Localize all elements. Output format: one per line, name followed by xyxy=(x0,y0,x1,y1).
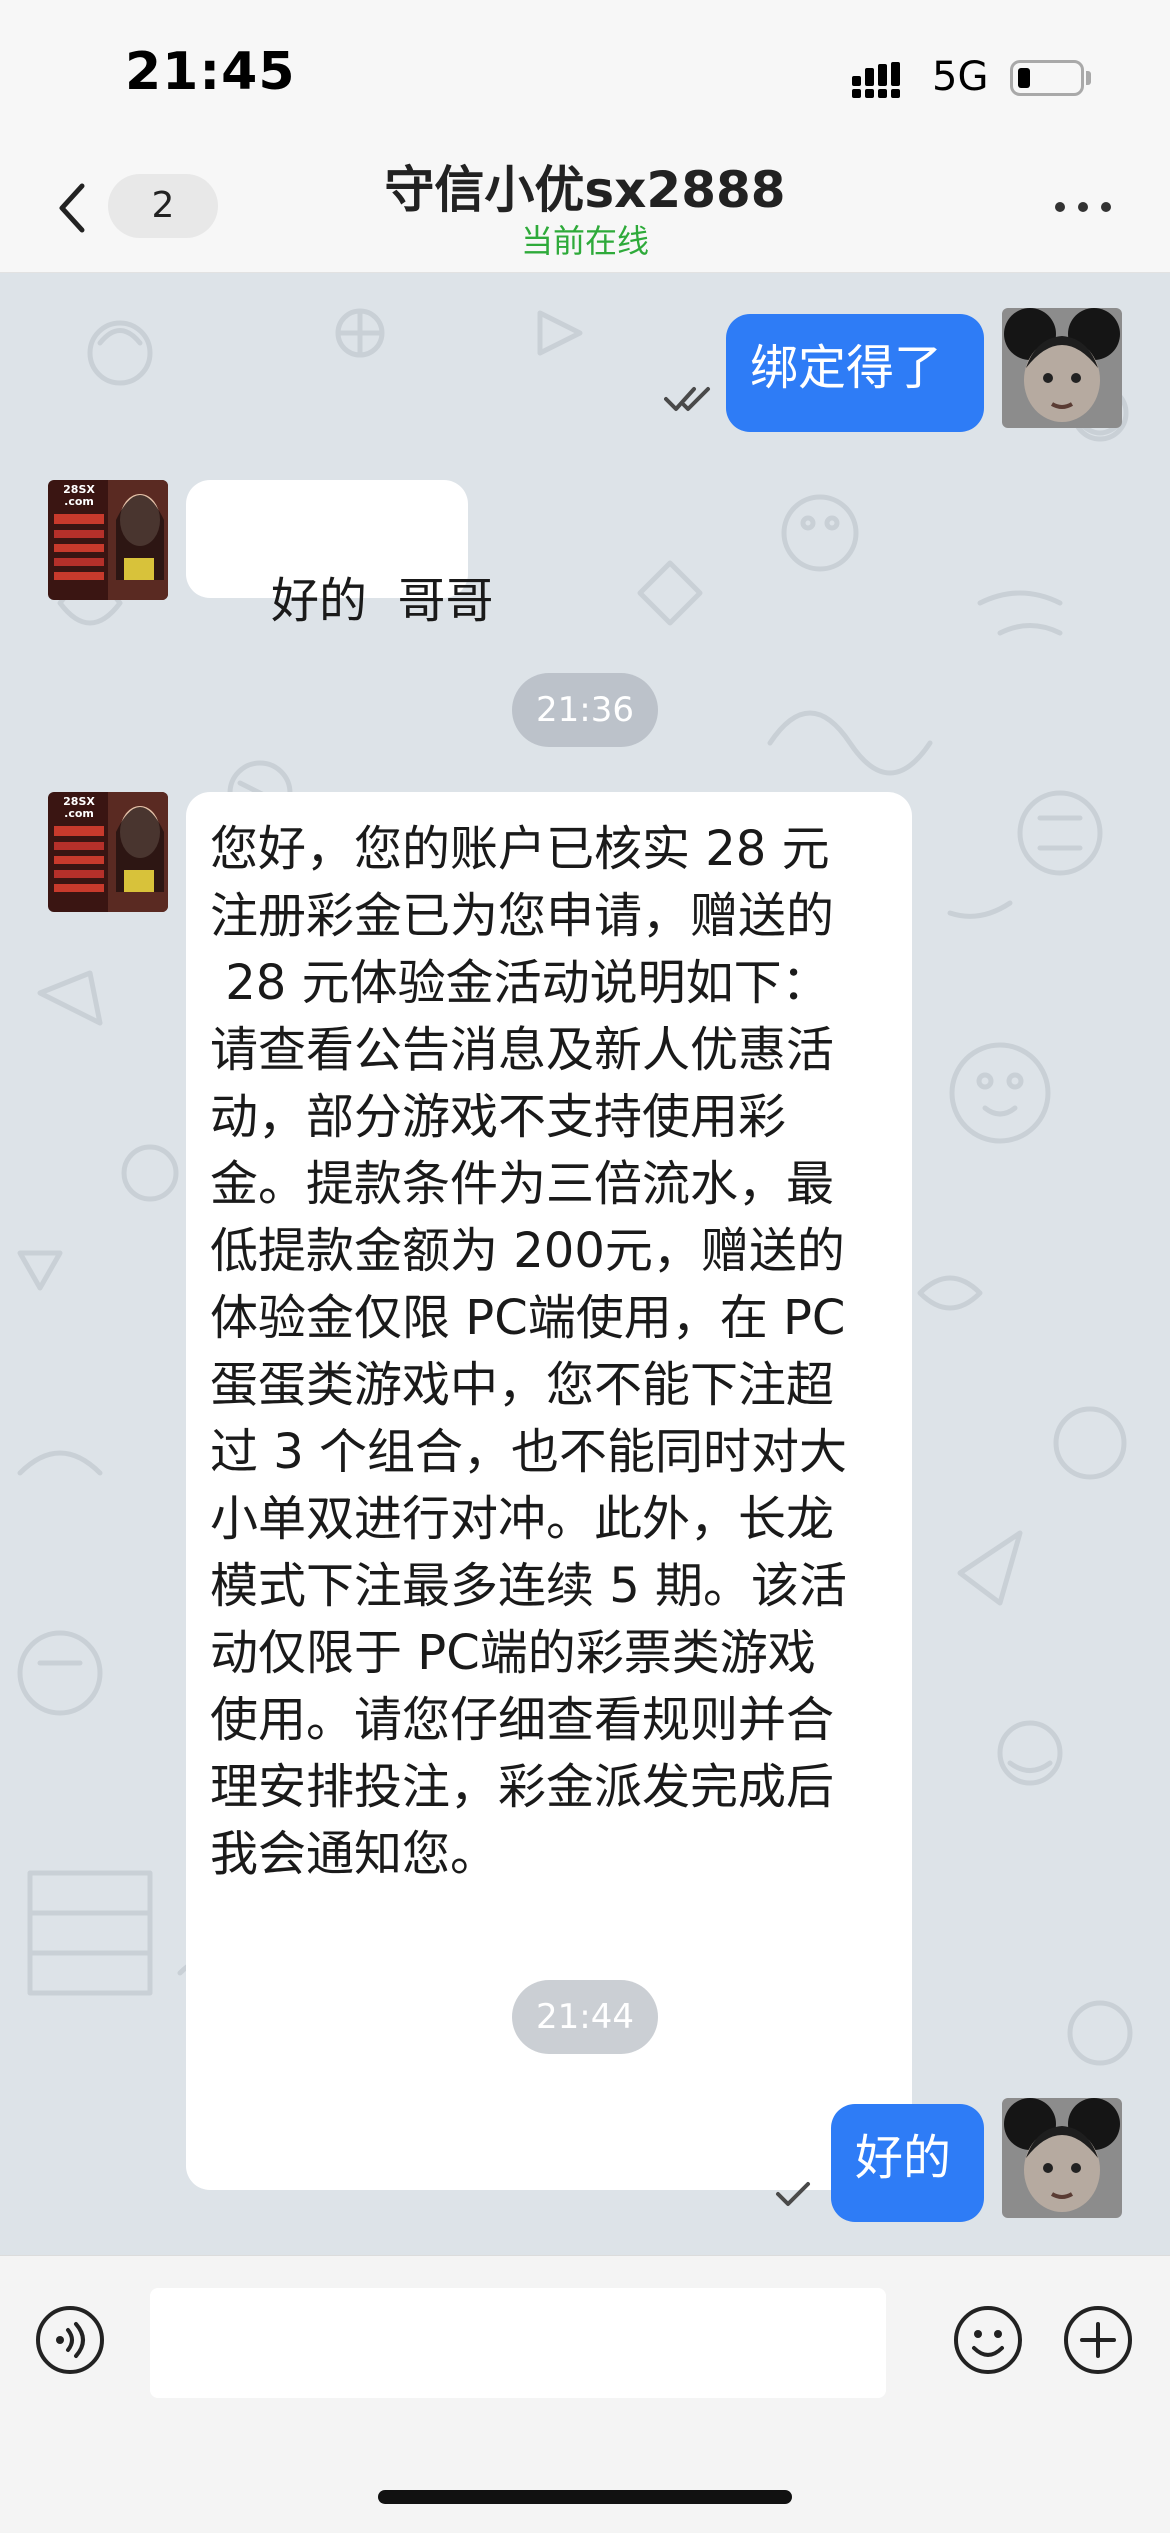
home-indicator[interactable] xyxy=(378,2490,792,2504)
message-line: 模式下注最多连续 5 期。该活 xyxy=(210,1558,848,1614)
message-line: 28 元体验金活动说明如下： xyxy=(210,955,830,1011)
avatar-image xyxy=(1002,308,1122,428)
emoji-icon[interactable] xyxy=(952,2304,1024,2376)
more-dots-icon[interactable] xyxy=(1053,200,1113,214)
message-line: 小单双进行对冲。此外，长龙 xyxy=(210,1491,835,1547)
single-check-icon xyxy=(776,2182,810,2206)
message-line: 理安排投注，彩金派发完成后 xyxy=(210,1759,835,1815)
battery-icon xyxy=(1010,60,1084,96)
message-line: 金。提款条件为三倍流水，最 xyxy=(210,1156,835,1212)
my-avatar[interactable] xyxy=(1002,308,1122,428)
message-line: 我会通知您。 xyxy=(210,1826,499,1882)
message-bubble-incoming[interactable]: 好的 哥哥 xyxy=(186,480,494,629)
avatar-logo: 28SX .com xyxy=(63,483,95,508)
message-line: 蛋蛋类游戏中，您不能下注超 xyxy=(210,1357,835,1413)
message-line: 动，部分游戏不支持使用彩 xyxy=(210,1089,787,1145)
my-avatar[interactable] xyxy=(1002,2098,1122,2218)
voice-icon[interactable] xyxy=(34,2304,106,2376)
message-text: 好的 哥哥 xyxy=(271,573,494,629)
message-bubble-outgoing[interactable]: 好的 xyxy=(831,2104,984,2222)
contact-avatar[interactable]: 28SX .com xyxy=(48,792,168,912)
plus-icon[interactable] xyxy=(1062,2304,1134,2376)
timestamp-pill: 21:36 xyxy=(512,673,658,747)
message-line: 过 3 个组合，也不能同时对大 xyxy=(210,1424,848,1480)
signal-icon xyxy=(852,62,900,98)
message-line: 体验金仅限 PC端使用，在 PC xyxy=(210,1290,846,1346)
timestamp-pill: 21:44 xyxy=(512,1980,658,2054)
message-line: 您好，您的账户已核实 28 元 xyxy=(210,821,830,877)
avatar-logo: 28SX .com xyxy=(63,795,95,820)
message-bubble-outgoing[interactable]: 绑定得了 xyxy=(726,314,984,432)
message-line: 动仅限于 PC端的彩票类游戏 xyxy=(210,1625,816,1681)
message-line: 低提款金额为 200元，赠送的 xyxy=(210,1223,845,1279)
status-bar: 21:45 5G xyxy=(0,0,1170,150)
contact-name[interactable]: 守信小优sx2888 xyxy=(0,150,1170,222)
double-check-icon xyxy=(664,387,710,411)
message-text: 好的 xyxy=(855,2130,952,2186)
network-type: 5G xyxy=(932,54,989,100)
battery-tip xyxy=(1086,71,1091,85)
message-text: 绑定得了 xyxy=(750,340,943,396)
message-line: 注册彩金已为您申请，赠送的 xyxy=(210,888,835,944)
message-line: 请查看公告消息及新人优惠活 xyxy=(210,1022,835,1078)
contact-status: 当前在线 xyxy=(520,222,649,260)
chat-header: 2 守信小优sx2888 当前在线 xyxy=(0,150,1170,273)
message-line: 使用。请您仔细查看规则并合 xyxy=(210,1692,835,1748)
chat-area[interactable]: 绑定得了 28SX .com 好的 哥哥 21:36 28SX .com 您好，… xyxy=(0,273,1170,2255)
contact-avatar[interactable]: 28SX .com xyxy=(48,480,168,600)
avatar-image xyxy=(1002,2098,1122,2218)
status-time: 21:45 xyxy=(125,42,296,102)
message-input[interactable] xyxy=(150,2288,886,2398)
